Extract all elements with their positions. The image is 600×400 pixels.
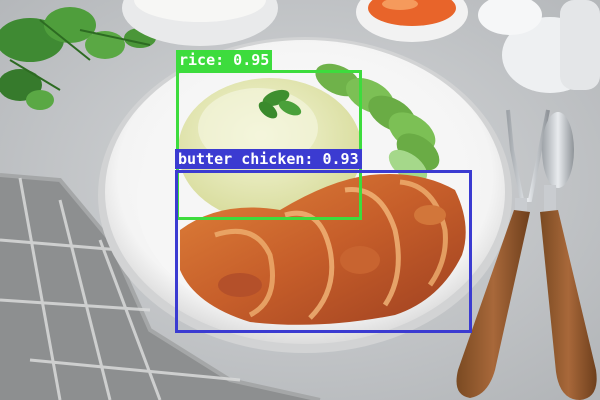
rice-detection-label: rice: 0.95 <box>176 50 273 70</box>
photo-scene: rice: 0.95 butter chicken: 0.93 <box>0 0 600 400</box>
chicken-detection-label: butter chicken: 0.93 <box>175 149 362 169</box>
chicken-detection-box <box>175 170 472 333</box>
